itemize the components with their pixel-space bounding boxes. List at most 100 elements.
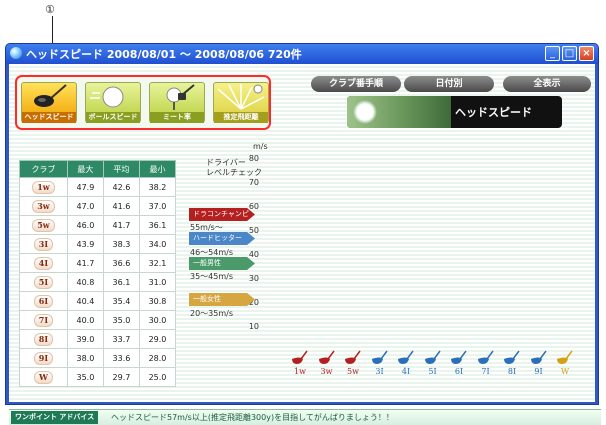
speed-stats-table: クラブ 最大 平均 最小 1w 47.9 42.6 38.2 3w 47.0 41.6 37.…: [19, 160, 177, 387]
estimated-distance-button[interactable]: 推定飛距離: [213, 82, 269, 123]
club-head-icon: [345, 350, 361, 364]
club-name-label: 5w: [347, 367, 359, 376]
club-name-label: 6I: [454, 367, 464, 376]
club-cell: W: [19, 367, 68, 387]
avg-cell: 42.6: [102, 177, 140, 197]
avg-cell: 36.6: [102, 253, 140, 273]
category-champion-flag: ドラコンチャンピオン: [189, 208, 255, 221]
club-cell: 1w: [19, 177, 68, 197]
club-head-icon: [292, 350, 308, 364]
club-name-label: W: [560, 367, 570, 376]
club-cell: 3w: [19, 196, 68, 216]
category-male-flag: 一般男性: [189, 257, 255, 270]
head-speed-label: ヘッドスピード: [22, 112, 76, 123]
category-hitter-flag: ハードヒッター: [189, 232, 255, 245]
minimize-button[interactable]: _: [545, 46, 560, 61]
annotation-marker: ①: [45, 3, 55, 16]
club-column[interactable]: 7I: [474, 350, 498, 384]
club-column[interactable]: 3I: [368, 350, 392, 384]
category-female-range: 20～35m/s: [190, 309, 234, 318]
max-cell: 47.0: [66, 196, 104, 216]
club-cell: 6I: [19, 291, 68, 311]
section-title: ヘッドスピード: [455, 106, 532, 119]
club-column[interactable]: W: [553, 350, 577, 384]
club-cell: 3I: [19, 234, 68, 254]
avg-cell: 36.1: [102, 272, 140, 292]
club-column[interactable]: 9I: [527, 350, 551, 384]
club-cell: 5w: [19, 215, 68, 235]
max-cell: 38.0: [66, 348, 104, 368]
table-row[interactable]: 5w 46.0 41.7 36.1: [19, 215, 177, 235]
sunburst-icon: [217, 84, 265, 110]
club-column[interactable]: 5w: [341, 350, 365, 384]
min-cell: 30.0: [138, 310, 177, 330]
show-all-button[interactable]: 全表示: [503, 76, 591, 92]
club-head-icon: [371, 350, 388, 364]
table-row[interactable]: 3w 47.0 41.6 37.0: [19, 196, 177, 216]
max-cell: 41.7: [66, 253, 104, 273]
max-cell: 40.0: [66, 310, 104, 330]
ball-icon: [90, 86, 124, 108]
club-column[interactable]: 8I: [500, 350, 524, 384]
club-column[interactable]: 1w: [288, 350, 312, 384]
scale-tick-label: 10: [248, 322, 259, 331]
table-row[interactable]: 1w 47.9 42.6 38.2: [19, 177, 177, 197]
club-head-icon: [530, 350, 547, 364]
table-row[interactable]: 9I 38.0 33.6 28.0: [19, 348, 177, 368]
by-date-button[interactable]: 日付別: [404, 76, 494, 92]
scale-tick-label: 80: [248, 154, 259, 163]
club-column[interactable]: 4I: [394, 350, 418, 384]
meet-rate-button[interactable]: ミート率: [149, 82, 205, 123]
club-cell: 4I: [19, 253, 68, 273]
head-speed-button[interactable]: ヘッドスピード: [21, 82, 77, 123]
column-header: 最小: [138, 160, 177, 178]
app-window: ヘッドスピード 2008/08/01 ～ 2008/08/06 720件 _ □…: [5, 43, 601, 425]
club-column[interactable]: 6I: [447, 350, 471, 384]
table-row[interactable]: 6I 40.4 35.4 30.8: [19, 291, 177, 311]
column-header: クラブ: [19, 160, 68, 178]
status-bar: ワンポイント アドバイス ヘッドスピード57m/s以上(推定飛距離300y)を目…: [9, 409, 601, 425]
club-chip: W: [33, 370, 53, 384]
avg-cell: 35.4: [102, 291, 140, 311]
club-cell: 8I: [19, 329, 68, 349]
driver-head-icon: [34, 84, 67, 107]
maximize-button[interactable]: □: [562, 46, 577, 61]
driver-label-line2: レベルチェック: [206, 168, 262, 177]
table-row[interactable]: 4I 41.7 36.6 32.1: [19, 253, 177, 273]
min-cell: 25.0: [138, 367, 177, 387]
table-header-row: クラブ 最大 平均 最小: [19, 160, 177, 178]
measurement-toolbar: ヘッドスピード ボールスピード ミート率 推定飛距離: [15, 75, 271, 130]
ball-speed-button[interactable]: ボールスピード: [85, 82, 141, 123]
scale-tick-label: 70: [248, 178, 259, 187]
max-cell: 39.0: [66, 329, 104, 349]
table-row[interactable]: 8I 39.0 33.7 29.0: [19, 329, 177, 349]
min-cell: 34.0: [138, 234, 177, 254]
max-cell: 47.9: [66, 177, 104, 197]
min-cell: 32.1: [138, 253, 177, 273]
max-cell: 43.9: [66, 234, 104, 254]
close-button[interactable]: ×: [579, 46, 594, 61]
globe-icon: [10, 47, 22, 59]
avg-cell: 38.3: [102, 234, 140, 254]
table-row[interactable]: W 35.0 29.7 25.0: [19, 367, 177, 387]
table-row[interactable]: 5I 40.8 36.1 31.0: [19, 272, 177, 292]
club-chip: 7I: [33, 313, 54, 327]
table-row[interactable]: 7I 40.0 35.0 30.0: [19, 310, 177, 330]
minimize-icon: _: [550, 48, 555, 59]
club-column[interactable]: 3w: [315, 350, 339, 384]
table-row[interactable]: 3I 43.9 38.3 34.0: [19, 234, 177, 254]
club-chip: 3I: [33, 237, 54, 251]
client-area: ヘッドスピード ボールスピード ミート率 推定飛距離 クラブ番手順 日付別 全表…: [9, 64, 601, 425]
ball-speed-label: ボールスピード: [86, 112, 140, 123]
min-cell: 38.2: [138, 177, 177, 197]
title-bar[interactable]: ヘッドスピード 2008/08/01 ～ 2008/08/06 720件 _ □…: [6, 44, 598, 64]
club-order-button[interactable]: クラブ番手順: [311, 76, 401, 92]
close-icon: ×: [582, 48, 591, 59]
min-cell: 28.0: [138, 348, 177, 368]
club-name-label: 8I: [507, 367, 517, 376]
club-column[interactable]: 5I: [421, 350, 445, 384]
max-cell: 40.8: [66, 272, 104, 292]
club-chip: 3w: [32, 199, 55, 213]
category-champion-range: 55m/s～: [190, 223, 223, 232]
club-head-icon: [451, 350, 467, 364]
